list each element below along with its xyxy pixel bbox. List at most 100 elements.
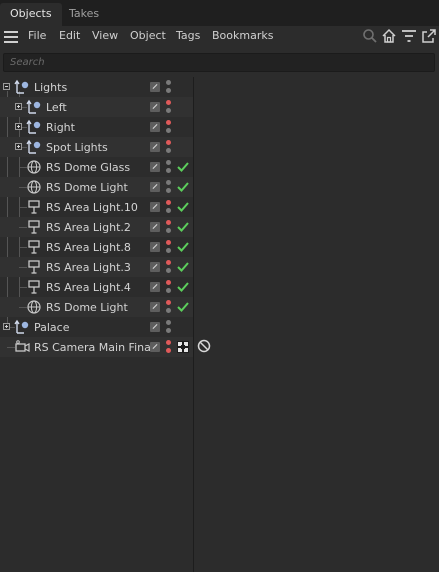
- search-input[interactable]: Search: [3, 53, 435, 72]
- editor-visibility-dot[interactable]: [166, 280, 171, 285]
- enabled-check-icon[interactable]: [176, 260, 190, 274]
- layer-edit-icon[interactable]: [150, 82, 160, 92]
- render-visibility-dot[interactable]: [166, 148, 171, 153]
- render-visibility-dot[interactable]: [166, 208, 171, 213]
- editor-visibility-dot[interactable]: [166, 340, 171, 345]
- tree-row-label[interactable]: RS Dome Glass: [46, 161, 130, 174]
- tree-row-label[interactable]: RS Area Light.4: [46, 281, 131, 294]
- tree-row-label[interactable]: RS Dome Light: [46, 301, 128, 314]
- protection-tag-icon[interactable]: [197, 339, 211, 353]
- home-icon[interactable]: [381, 28, 397, 44]
- enabled-check-icon[interactable]: [176, 280, 190, 294]
- new-window-icon[interactable]: [421, 28, 437, 44]
- layer-edit-icon[interactable]: [150, 302, 160, 312]
- tree-row-label[interactable]: Spot Lights: [46, 141, 108, 154]
- enabled-check-icon[interactable]: [176, 160, 190, 174]
- tree-row[interactable]: RS Dome Glass: [0, 157, 193, 177]
- menu-edit[interactable]: Edit: [59, 29, 80, 42]
- tree-row[interactable]: Right: [0, 117, 193, 137]
- tree-row-label[interactable]: RS Dome Light: [46, 181, 128, 194]
- render-visibility-dot[interactable]: [166, 168, 171, 173]
- tree-row[interactable]: RS Area Light.4: [0, 277, 193, 297]
- enabled-check-icon[interactable]: [176, 300, 190, 314]
- tree-row-label[interactable]: Left: [46, 101, 67, 114]
- render-visibility-dot[interactable]: [166, 228, 171, 233]
- layer-edit-icon[interactable]: [150, 242, 160, 252]
- layer-edit-icon[interactable]: [150, 342, 160, 352]
- editor-visibility-dot[interactable]: [166, 200, 171, 205]
- editor-visibility-dot[interactable]: [166, 120, 171, 125]
- camera-target-tag-icon[interactable]: [176, 340, 190, 354]
- render-visibility-dot[interactable]: [166, 188, 171, 193]
- layer-edit-icon[interactable]: [150, 222, 160, 232]
- tree-row-label[interactable]: Right: [46, 121, 75, 134]
- hamburger-menu-icon[interactable]: [4, 31, 18, 43]
- layer-edit-icon[interactable]: [150, 262, 160, 272]
- tree-row[interactable]: Lights: [0, 77, 193, 97]
- column-divider: [193, 77, 194, 572]
- editor-visibility-dot[interactable]: [166, 140, 171, 145]
- tree-row[interactable]: Palace: [0, 317, 193, 337]
- render-visibility-dot[interactable]: [166, 328, 171, 333]
- layer-edit-icon[interactable]: [150, 182, 160, 192]
- tree-row-label[interactable]: RS Area Light.3: [46, 261, 131, 274]
- render-visibility-dot[interactable]: [166, 308, 171, 313]
- tree-row[interactable]: RS Area Light.2: [0, 217, 193, 237]
- filter-icon[interactable]: [401, 28, 417, 44]
- tree-row-label[interactable]: RS Area Light.2: [46, 221, 131, 234]
- layer-edit-icon[interactable]: [150, 322, 160, 332]
- collapse-icon[interactable]: [3, 83, 10, 90]
- tree-row[interactable]: RS Dome Light: [0, 297, 193, 317]
- render-visibility-dot[interactable]: [166, 268, 171, 273]
- menu-object[interactable]: Object: [130, 29, 166, 42]
- layer-edit-icon[interactable]: [150, 102, 160, 112]
- expand-icon[interactable]: [15, 143, 22, 150]
- enabled-check-icon[interactable]: [176, 180, 190, 194]
- editor-visibility-dot[interactable]: [166, 100, 171, 105]
- editor-visibility-dot[interactable]: [166, 240, 171, 245]
- tree-row-label[interactable]: Palace: [34, 321, 70, 334]
- expand-icon[interactable]: [15, 103, 22, 110]
- layer-edit-icon[interactable]: [150, 202, 160, 212]
- editor-visibility-dot[interactable]: [166, 180, 171, 185]
- editor-visibility-dot[interactable]: [166, 260, 171, 265]
- editor-visibility-dot[interactable]: [166, 160, 171, 165]
- tree-row[interactable]: Spot Lights: [0, 137, 193, 157]
- enabled-check-icon[interactable]: [176, 220, 190, 234]
- editor-visibility-dot[interactable]: [166, 320, 171, 325]
- layer-edit-icon[interactable]: [150, 142, 160, 152]
- menu-bookmarks[interactable]: Bookmarks: [212, 29, 273, 42]
- enabled-check-icon[interactable]: [176, 240, 190, 254]
- search-icon[interactable]: [362, 28, 378, 44]
- tree-row[interactable]: RS Camera Main Final: [0, 337, 193, 357]
- editor-visibility-dot[interactable]: [166, 220, 171, 225]
- render-visibility-dot[interactable]: [166, 128, 171, 133]
- editor-visibility-dot[interactable]: [166, 80, 171, 85]
- tree-row[interactable]: RS Area Light.8: [0, 237, 193, 257]
- expand-icon[interactable]: [15, 123, 22, 130]
- tree-row[interactable]: RS Area Light.10: [0, 197, 193, 217]
- tree-row[interactable]: Left: [0, 97, 193, 117]
- tree-row-label[interactable]: RS Area Light.8: [46, 241, 131, 254]
- enabled-check-icon[interactable]: [176, 200, 190, 214]
- tree-row[interactable]: RS Area Light.3: [0, 257, 193, 277]
- tab-objects[interactable]: Objects: [0, 3, 62, 26]
- tab-takes[interactable]: Takes: [59, 3, 109, 26]
- render-visibility-dot[interactable]: [166, 248, 171, 253]
- menu-file[interactable]: File: [28, 29, 46, 42]
- render-visibility-dot[interactable]: [166, 288, 171, 293]
- render-visibility-dot[interactable]: [166, 108, 171, 113]
- layer-edit-icon[interactable]: [150, 282, 160, 292]
- editor-visibility-dot[interactable]: [166, 300, 171, 305]
- menu-view[interactable]: View: [92, 29, 118, 42]
- tree-row-label[interactable]: RS Camera Main Final: [34, 341, 154, 354]
- layer-edit-icon[interactable]: [150, 122, 160, 132]
- tree-row[interactable]: RS Dome Light: [0, 177, 193, 197]
- render-visibility-dot[interactable]: [166, 88, 171, 93]
- tree-row-label[interactable]: Lights: [34, 81, 67, 94]
- render-visibility-dot[interactable]: [166, 348, 171, 353]
- tree-row-label[interactable]: RS Area Light.10: [46, 201, 138, 214]
- menu-tags[interactable]: Tags: [176, 29, 200, 42]
- expand-icon[interactable]: [3, 323, 10, 330]
- layer-edit-icon[interactable]: [150, 162, 160, 172]
